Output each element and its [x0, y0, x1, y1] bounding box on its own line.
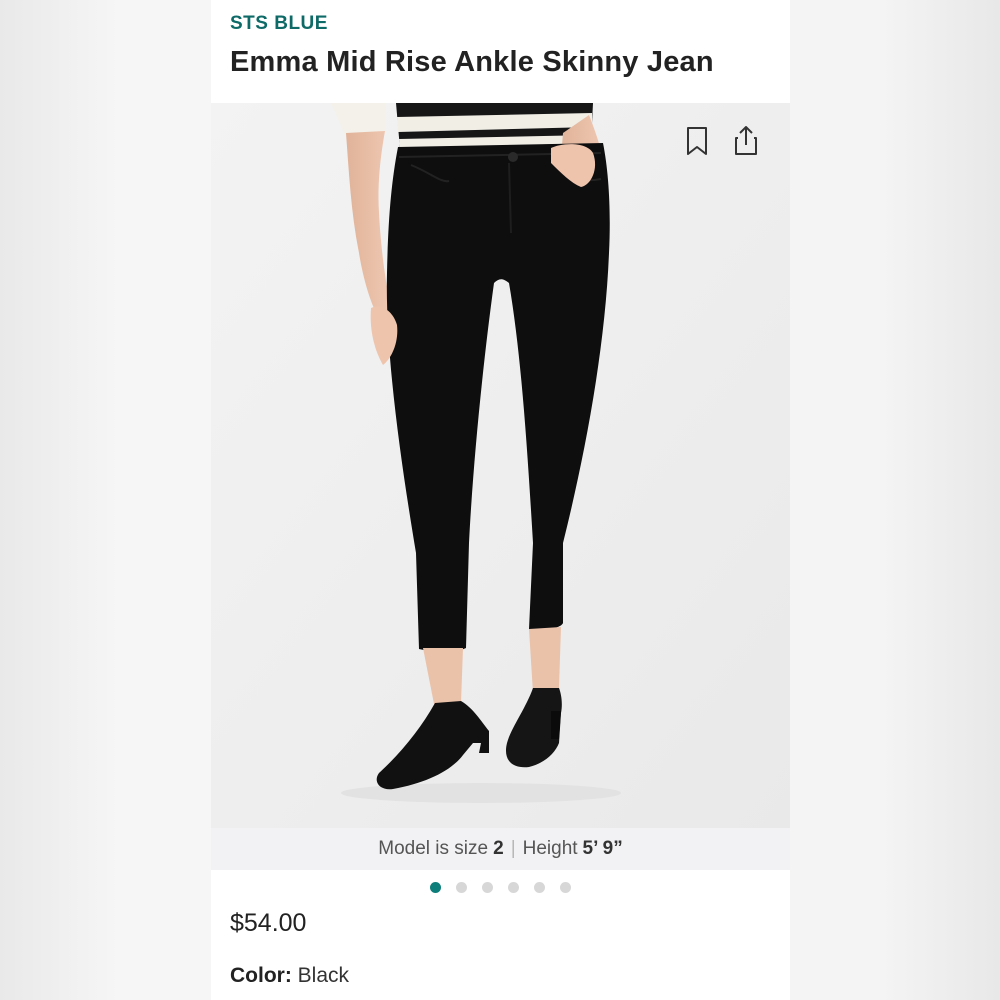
carousel-dot-4[interactable] [508, 882, 519, 893]
share-icon[interactable] [732, 125, 760, 157]
size-prefix: Model is size [378, 838, 489, 859]
carousel-dot-6[interactable] [560, 882, 571, 893]
carousel-dot-2[interactable] [456, 882, 467, 893]
color-selection: Color: Black [230, 964, 349, 988]
product-image[interactable] [211, 103, 790, 828]
model-photo [211, 103, 790, 828]
color-label: Color: [230, 964, 292, 987]
carousel-dot-1[interactable] [430, 882, 441, 893]
product-title: Emma Mid Rise Ankle Skinny Jean [230, 46, 714, 78]
brand-name[interactable]: STS BLUE [230, 13, 328, 35]
bookmark-icon[interactable] [683, 125, 711, 157]
color-value: Black [297, 964, 350, 987]
model-size-caption: Model is size 2 | Height 5’ 9” [211, 828, 790, 870]
height-value: 5’ 9” [582, 838, 623, 859]
caption-separator: | [510, 838, 516, 859]
height-prefix: Height [522, 838, 578, 859]
product-card: STS BLUE Emma Mid Rise Ankle Skinny Jean [211, 0, 790, 1000]
carousel-dot-3[interactable] [482, 882, 493, 893]
size-value: 2 [493, 838, 504, 859]
carousel-dot-5[interactable] [534, 882, 545, 893]
carousel-indicator [211, 880, 790, 894]
product-price: $54.00 [230, 909, 307, 937]
